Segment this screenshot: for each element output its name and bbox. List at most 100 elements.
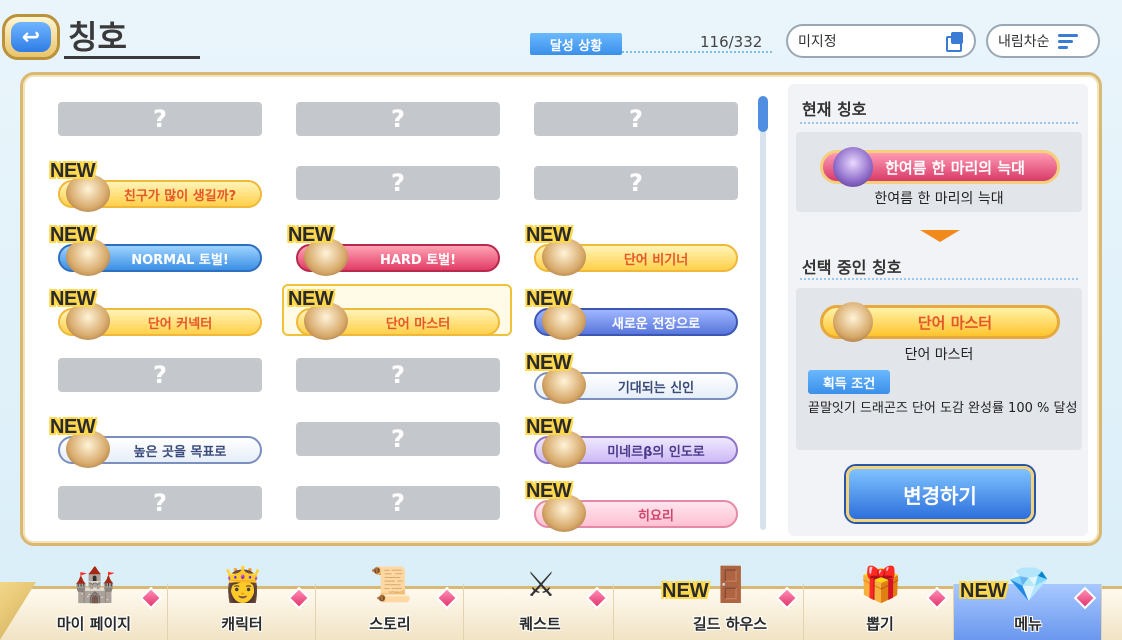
title-locked[interactable]: ? [296, 422, 500, 456]
title-locked[interactable]: ? [296, 102, 500, 136]
filter-label: 미지정 [798, 34, 837, 50]
new-tag: NEW [50, 160, 96, 182]
title-badge: 친구가 많이 생길까? [58, 174, 262, 212]
nav-item[interactable]: 💎 NEW 메뉴 [954, 565, 1102, 640]
new-tag: NEW [662, 580, 709, 602]
new-tag: NEW [50, 416, 96, 438]
back-button[interactable]: ↩ [2, 14, 60, 60]
nav-label: 메뉴 [1014, 615, 1042, 633]
achievement-count: 116/332 [700, 33, 763, 51]
selected-title-badge: 단어 마스터 [820, 302, 1060, 342]
title-item[interactable]: 단어 비기너 NEW [526, 224, 738, 276]
title-item[interactable]: HARD 토벌! NEW [288, 224, 500, 276]
title-item[interactable]: 새로운 전장으로 NEW [526, 288, 738, 340]
title-item[interactable]: 단어 커넥터 NEW [50, 288, 262, 340]
notification-diamond-icon [585, 586, 609, 610]
new-tag: NEW [526, 480, 572, 502]
nav-item[interactable]: 🚪 NEW 길드 하우스 [656, 565, 804, 640]
new-tag: NEW [50, 288, 96, 310]
question-icon: ? [391, 105, 405, 133]
dragon-portrait-icon [833, 302, 873, 342]
nav-label: 마이 페이지 [56, 615, 132, 633]
title-item[interactable]: 친구가 많이 생길까? NEW [50, 160, 262, 212]
title-badge-text: 높은 곳을 목표로 [133, 444, 227, 460]
title-locked[interactable]: ? [58, 358, 262, 392]
title-locked[interactable]: ? [58, 486, 262, 520]
title-badge: 단어 비기너 [534, 238, 738, 276]
nav-item[interactable]: 📜 스토리 [316, 565, 464, 640]
title-locked[interactable]: ? [58, 102, 262, 136]
nav-item[interactable]: 🏰 마이 페이지 [20, 565, 168, 640]
title-badge-text: 미네르β의 인도로 [607, 444, 705, 460]
title-badge: 단어 커넥터 [58, 302, 262, 340]
title-item-selected[interactable]: 단어 마스터 NEW [288, 288, 500, 340]
title-list: ??? 친구가 많이 생길까? NEW?? NORMAL 토벌! NEW HARD 토벌!… [30, 86, 750, 536]
title-badge-text: 단어 비기너 [623, 252, 689, 268]
gacha-icon: 🎁 [859, 565, 903, 605]
title-locked[interactable]: ? [534, 102, 738, 136]
title-locked[interactable]: ? [296, 486, 500, 520]
notification-diamond-icon [1073, 586, 1097, 610]
title-badge-text: NORMAL 토벌! [131, 252, 229, 268]
title-badge: 히요리 [534, 494, 738, 532]
question-icon: ? [391, 361, 405, 389]
title-badge-text: 친구가 많이 생길까? [123, 188, 237, 204]
selected-divider [800, 278, 1078, 280]
nav-item[interactable]: 👸 캐릭터 [168, 565, 316, 640]
question-icon: ? [153, 489, 167, 517]
new-tag: NEW [526, 416, 572, 438]
title-badge-text: 기대되는 신인 [617, 380, 695, 396]
current-title-heading: 현재 칭호 [802, 100, 867, 119]
condition-label: 획득 조건 [808, 370, 890, 394]
filter-button[interactable]: 미지정 [786, 24, 976, 58]
notification-diamond-icon [925, 586, 949, 610]
scrollbar-thumb[interactable] [758, 96, 768, 132]
new-tag: NEW [526, 224, 572, 246]
nav-label: 길드 하우스 [692, 615, 768, 633]
question-icon: ? [153, 105, 167, 133]
title-item[interactable]: 미네르β의 인도로 NEW [526, 416, 738, 468]
character-icon: 👸 [221, 565, 265, 605]
new-tag: NEW [960, 580, 1007, 602]
nav-label: 캐릭터 [221, 615, 263, 633]
current-title-badge: 한여름 한 마리의 늑대 [820, 147, 1060, 187]
sort-button[interactable]: 내림차순 [986, 24, 1100, 58]
sort-icon [1057, 33, 1078, 49]
title-item[interactable]: 히요리 NEW [526, 480, 738, 532]
question-icon: ? [153, 361, 167, 389]
nav-label: 뽑기 [866, 615, 894, 633]
selected-title-name: 단어 마스터 [904, 347, 974, 363]
title-item[interactable]: NORMAL 토벌! NEW [50, 224, 262, 276]
question-icon: ? [391, 169, 405, 197]
sort-label: 내림차순 [998, 34, 1050, 50]
condition-text: 끝말잇기 드래곤즈 단어 도감 완성률 100 % 달성 [808, 401, 1078, 416]
title-locked[interactable]: ? [534, 166, 738, 200]
selected-badge-text: 단어 마스터 [917, 313, 993, 332]
bottom-nav: 🏰 마이 페이지 👸 캐릭터 📜 스토리 ⚔ 퀘스트 🚪 NEW 길드 하우스 🎁 뽑기 💎 NEW 메뉴 [0, 548, 1122, 640]
copy-icon [946, 32, 964, 52]
current-divider [800, 122, 1078, 124]
page-title: 칭호 [68, 18, 127, 56]
swords-icon: ⚔ [525, 565, 557, 605]
scroll-icon: 📜 [369, 565, 413, 605]
nav-item[interactable]: 🎁 뽑기 [806, 565, 954, 640]
title-item[interactable]: 기대되는 신인 NEW [526, 352, 738, 404]
nav-label: 퀘스트 [519, 615, 561, 633]
castle-icon: 🏰 [73, 565, 117, 605]
change-button[interactable]: 변경하기 [846, 466, 1034, 522]
current-title-name: 한여름 한 마리의 늑대 [874, 191, 1004, 207]
title-locked[interactable]: ? [296, 358, 500, 392]
nav-label: 스토리 [369, 615, 411, 633]
wolf-portrait-icon [833, 147, 873, 187]
scrollbar-track[interactable] [760, 98, 766, 530]
title-badge: HARD 토벌! [296, 238, 500, 276]
title-item[interactable]: 높은 곳을 목표로 NEW [50, 416, 262, 468]
title-locked[interactable]: ? [296, 166, 500, 200]
nav-item[interactable]: ⚔ 퀘스트 [466, 565, 614, 640]
notification-diamond-icon [287, 586, 311, 610]
title-badge-text: 단어 커넥터 [147, 316, 213, 332]
new-tag: NEW [288, 288, 334, 310]
notification-diamond-icon [775, 586, 799, 610]
back-arrow-icon: ↩ [11, 22, 51, 52]
title-badge: 기대되는 신인 [534, 366, 738, 404]
